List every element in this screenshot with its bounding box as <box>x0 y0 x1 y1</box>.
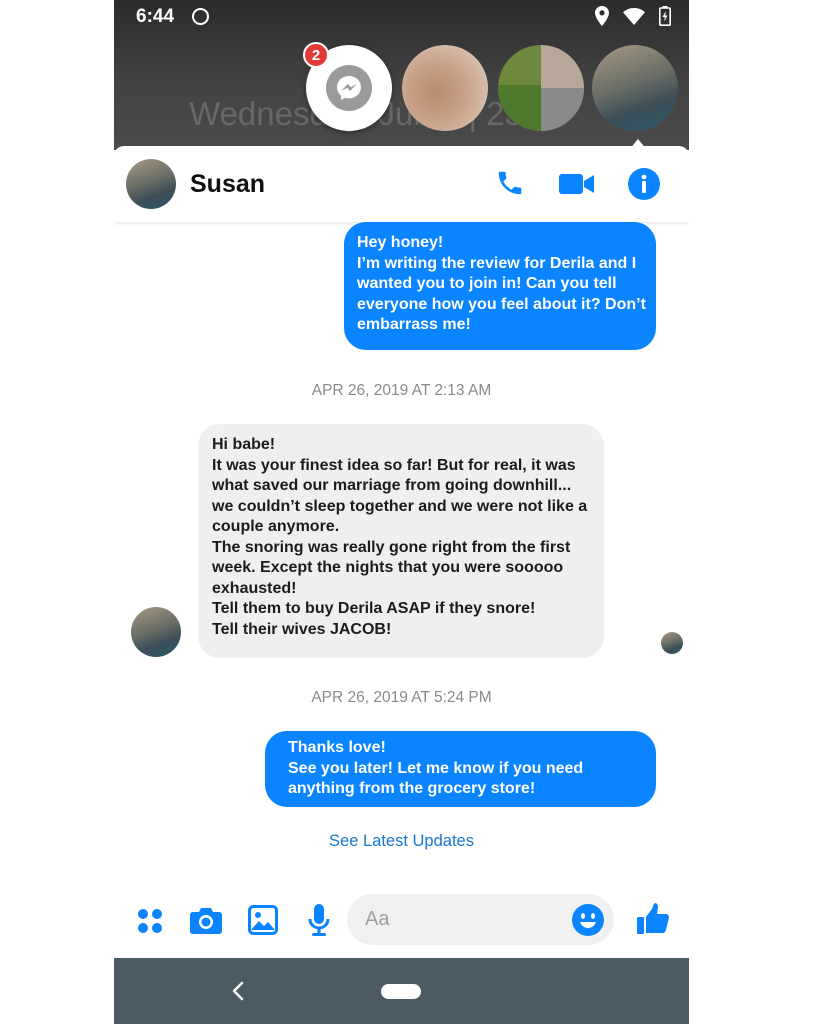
status-time: 6:44 <box>136 6 175 27</box>
message-input[interactable]: Aa <box>347 894 614 945</box>
chat-head-susan[interactable] <box>592 45 678 131</box>
message-outgoing[interactable]: Thanks love! See you later! Let me know … <box>265 731 656 807</box>
emoji-icon[interactable] <box>572 904 604 936</box>
contact-avatar-small[interactable] <box>131 607 181 657</box>
message-outgoing[interactable]: Hey honey! I’m writing the review for De… <box>344 222 656 350</box>
back-icon[interactable] <box>232 981 244 1001</box>
photo-segment <box>498 85 541 131</box>
info-icon[interactable] <box>628 168 660 200</box>
image-icon[interactable] <box>248 905 278 935</box>
mic-icon[interactable] <box>308 904 330 936</box>
wallpaper-area: 6:44 Wednesday, Jun 1 | 23°F 2 <box>114 0 689 150</box>
phone-screen: 6:44 Wednesday, Jun 1 | 23°F 2 <box>114 0 689 1024</box>
read-receipt-avatar <box>661 632 683 654</box>
status-icons <box>595 6 671 26</box>
message-timestamp: APR 26, 2019 AT 2:13 AM <box>311 382 492 399</box>
phone-icon[interactable] <box>495 168 525 198</box>
message-timestamp: APR 26, 2019 AT 5:24 PM <box>311 689 492 706</box>
chat-header: Susan <box>114 146 689 222</box>
messenger-notification-icon <box>192 8 209 25</box>
cat-photo-segment <box>541 88 584 131</box>
apps-icon[interactable] <box>137 908 163 934</box>
chat-head-contact-1[interactable] <box>402 45 488 131</box>
home-pill[interactable] <box>381 984 421 999</box>
message-composer: Aa <box>114 880 689 958</box>
contact-avatar[interactable] <box>126 159 176 209</box>
message-incoming[interactable]: Hi babe! It was your finest idea so far!… <box>198 424 604 658</box>
android-nav-bar <box>114 958 689 1024</box>
chat-head-messenger[interactable]: 2 <box>303 42 392 131</box>
messenger-icon <box>326 65 372 111</box>
contact-name[interactable]: Susan <box>190 170 265 199</box>
unread-badge: 2 <box>303 42 329 68</box>
camera-icon[interactable] <box>190 906 222 934</box>
location-icon <box>595 6 609 26</box>
like-icon[interactable] <box>636 902 670 936</box>
video-icon[interactable] <box>559 172 595 196</box>
wifi-icon <box>623 7 645 25</box>
see-latest-updates-link[interactable]: See Latest Updates <box>114 832 689 851</box>
chat-head-contact-2[interactable] <box>498 45 584 131</box>
message-input-placeholder: Aa <box>365 908 390 930</box>
battery-icon <box>659 6 671 26</box>
